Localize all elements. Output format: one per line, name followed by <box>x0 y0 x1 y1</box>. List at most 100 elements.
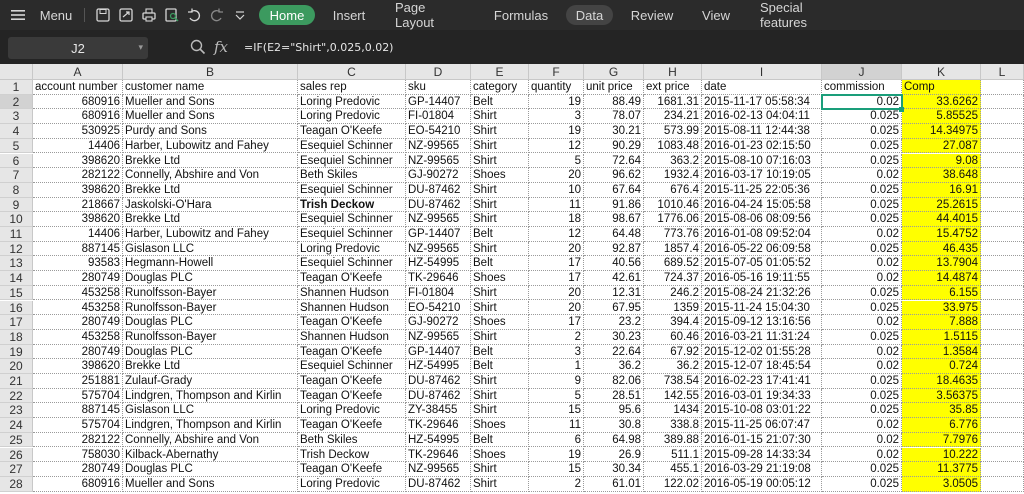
cell-g11[interactable]: 64.48 <box>584 227 644 242</box>
cell-l25[interactable] <box>981 432 1024 448</box>
column-header-h[interactable]: H <box>644 64 702 80</box>
cell-a9[interactable]: 218667 <box>33 197 123 213</box>
cell-a7[interactable]: 282122 <box>33 168 123 183</box>
cell-j13[interactable]: 0.02 <box>822 256 902 272</box>
formula-input[interactable]: =IF(E2="Shirt",0.025,0.02) <box>244 41 393 54</box>
cell-f16[interactable]: 20 <box>529 300 584 316</box>
row-header-1[interactable]: 1 <box>0 80 33 95</box>
cell-e4[interactable]: Shirt <box>471 124 529 139</box>
cell-c10[interactable]: Esequiel Schinner <box>298 212 406 227</box>
cell-i23[interactable]: 2015-10-08 03:01:22 <box>702 403 822 419</box>
cell-f13[interactable]: 17 <box>529 256 584 272</box>
cell-h17[interactable]: 394.4 <box>644 315 702 330</box>
cell-j25[interactable]: 0.02 <box>822 432 902 448</box>
cell-i14[interactable]: 2016-05-16 19:11:55 <box>702 271 822 286</box>
cell-a24[interactable]: 575704 <box>33 418 123 433</box>
cell-l13[interactable] <box>981 256 1024 272</box>
cell-i27[interactable]: 2016-03-29 21:19:08 <box>702 462 822 477</box>
cell-g21[interactable]: 82.06 <box>584 374 644 389</box>
cell-j26[interactable]: 0.02 <box>822 447 902 463</box>
cell-b23[interactable]: Gislason LLC <box>123 403 298 419</box>
cell-i5[interactable]: 2016-01-23 02:15:50 <box>702 138 822 154</box>
cell-e2[interactable]: Belt <box>471 94 529 110</box>
cell-e14[interactable]: Shoes <box>471 271 529 286</box>
cell-g7[interactable]: 96.62 <box>584 168 644 183</box>
cell-c2[interactable]: Loring Predovic <box>298 94 406 110</box>
cell-b18[interactable]: Runolfsson-Bayer <box>123 329 298 345</box>
cell-g18[interactable]: 30.23 <box>584 329 644 345</box>
header-cell[interactable]: sku <box>406 80 471 95</box>
cell-i26[interactable]: 2015-09-28 14:33:34 <box>702 447 822 463</box>
cell-g15[interactable]: 12.31 <box>584 285 644 301</box>
cell-d15[interactable]: FI-01804 <box>406 285 471 301</box>
row-header-16[interactable]: 16 <box>0 300 33 316</box>
cell-l18[interactable] <box>981 329 1024 345</box>
cell-d24[interactable]: TK-29646 <box>406 418 471 433</box>
cell-d23[interactable]: ZY-38455 <box>406 403 471 419</box>
cell-l11[interactable] <box>981 227 1024 242</box>
cell-k25[interactable]: 7.7976 <box>902 432 981 448</box>
cell-l10[interactable] <box>981 212 1024 227</box>
cell-j5[interactable]: 0.025 <box>822 138 902 154</box>
cell-e23[interactable]: Shirt <box>471 403 529 419</box>
cell-j11[interactable]: 0.02 <box>822 227 902 242</box>
header-cell[interactable]: category <box>471 80 529 95</box>
cell-f14[interactable]: 17 <box>529 271 584 286</box>
cell-g14[interactable]: 42.61 <box>584 271 644 286</box>
row-header-7[interactable]: 7 <box>0 168 33 183</box>
cell-a3[interactable]: 680916 <box>33 109 123 125</box>
cell-h22[interactable]: 142.55 <box>644 388 702 404</box>
cell-k5[interactable]: 27.087 <box>902 138 981 154</box>
cell-i10[interactable]: 2015-08-06 08:09:56 <box>702 212 822 227</box>
cell-d17[interactable]: GJ-90272 <box>406 315 471 330</box>
cell-e11[interactable]: Belt <box>471 227 529 242</box>
row-header-18[interactable]: 18 <box>0 329 33 345</box>
cell-g27[interactable]: 30.34 <box>584 462 644 477</box>
row-header-19[interactable]: 19 <box>0 344 33 360</box>
cell-l4[interactable] <box>981 124 1024 139</box>
tab-special-features[interactable]: Special features <box>750 0 860 30</box>
print-icon[interactable] <box>141 0 157 30</box>
cell-e9[interactable]: Shirt <box>471 197 529 213</box>
cell-g13[interactable]: 40.56 <box>584 256 644 272</box>
tab-review[interactable]: Review <box>622 5 682 25</box>
cell-c4[interactable]: Teagan O'Keefe <box>298 124 406 139</box>
cell-g24[interactable]: 30.8 <box>584 418 644 433</box>
row-header-4[interactable]: 4 <box>0 124 33 139</box>
cell-j16[interactable]: 0.025 <box>822 300 902 316</box>
cell-j24[interactable]: 0.02 <box>822 418 902 433</box>
cell-k24[interactable]: 6.776 <box>902 418 981 433</box>
column-header-l[interactable]: L <box>981 64 1024 80</box>
cell-h5[interactable]: 1083.48 <box>644 138 702 154</box>
cell-a18[interactable]: 453258 <box>33 329 123 345</box>
cell-l12[interactable] <box>981 241 1024 257</box>
cell-i21[interactable]: 2016-02-23 17:41:41 <box>702 374 822 389</box>
cell-d16[interactable]: EO-54210 <box>406 300 471 316</box>
cell-d10[interactable]: NZ-99565 <box>406 212 471 227</box>
cell-l15[interactable] <box>981 285 1024 301</box>
cell-h3[interactable]: 234.21 <box>644 109 702 125</box>
cell-b13[interactable]: Hegmann-Howell <box>123 256 298 272</box>
cell-l16[interactable] <box>981 300 1024 316</box>
cell-d25[interactable]: HZ-54995 <box>406 432 471 448</box>
cell-e26[interactable]: Shoes <box>471 447 529 463</box>
cell-c27[interactable]: Teagan O'Keefe <box>298 462 406 477</box>
cell-d28[interactable]: DU-87462 <box>406 476 471 492</box>
select-all-corner[interactable] <box>0 64 33 80</box>
cell-e28[interactable]: Shirt <box>471 476 529 492</box>
cell-c9[interactable]: Trish Deckow <box>298 197 406 213</box>
cell-c3[interactable]: Loring Predovic <box>298 109 406 125</box>
cell-i7[interactable]: 2016-03-17 10:19:05 <box>702 168 822 183</box>
cell-i22[interactable]: 2016-03-01 19:34:33 <box>702 388 822 404</box>
cell-h21[interactable]: 738.54 <box>644 374 702 389</box>
cell-e10[interactable]: Shirt <box>471 212 529 227</box>
row-header-17[interactable]: 17 <box>0 315 33 330</box>
cell-k14[interactable]: 14.4874 <box>902 271 981 286</box>
cell-b4[interactable]: Purdy and Sons <box>123 124 298 139</box>
cell-g5[interactable]: 90.29 <box>584 138 644 154</box>
cell-g4[interactable]: 30.21 <box>584 124 644 139</box>
cell-h28[interactable]: 122.02 <box>644 476 702 492</box>
cell-b16[interactable]: Runolfsson-Bayer <box>123 300 298 316</box>
cell-c23[interactable]: Loring Predovic <box>298 403 406 419</box>
cell-d12[interactable]: NZ-99565 <box>406 241 471 257</box>
